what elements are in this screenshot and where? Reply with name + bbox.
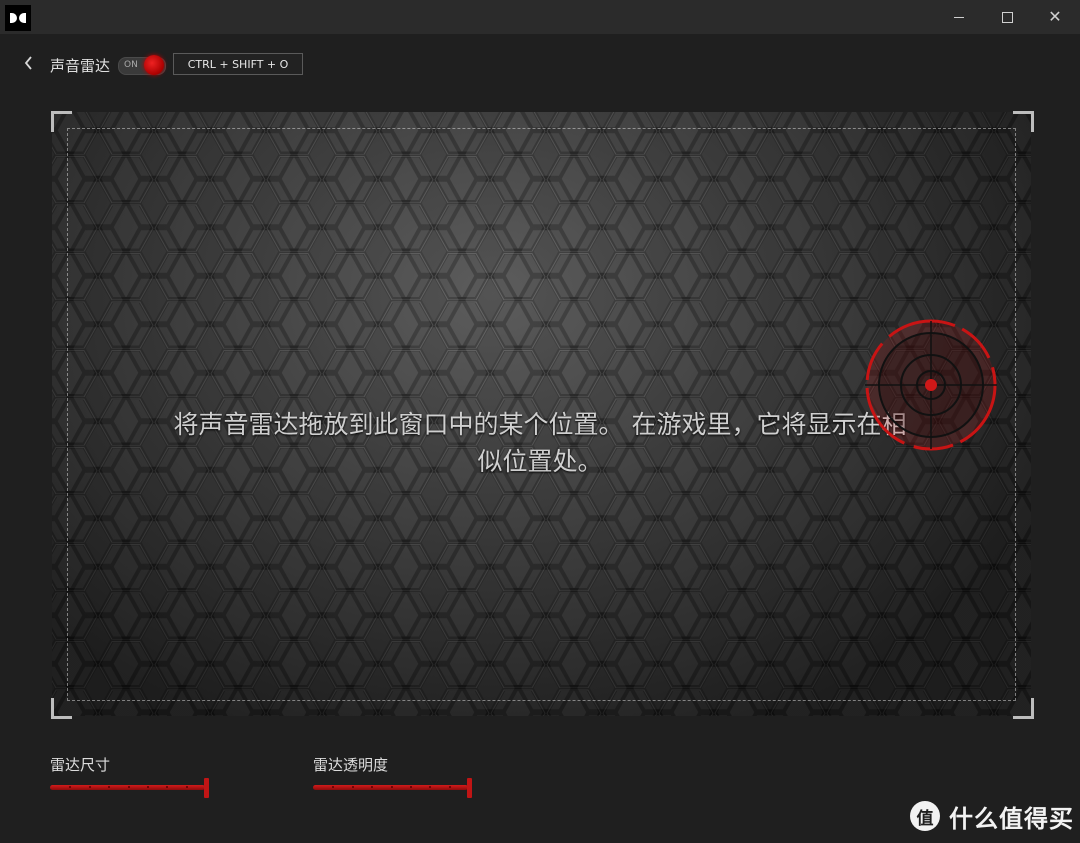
watermark: 值 什么值得买 [910, 800, 1074, 833]
close-button[interactable]: ✕ [1032, 0, 1078, 34]
slider-handle[interactable] [204, 778, 209, 798]
maximize-button[interactable] [984, 0, 1030, 34]
slider-tick [449, 786, 451, 788]
slider-tick [391, 786, 393, 788]
radar-opacity-label: 雷达透明度 [313, 756, 389, 774]
radar-toggle[interactable]: ON [118, 55, 166, 75]
slider-tick [429, 786, 431, 788]
slider-tick [332, 786, 334, 788]
slider-tick [186, 786, 188, 788]
slider-tick [89, 786, 91, 788]
maximize-icon [1001, 11, 1013, 23]
slider-tick [410, 786, 412, 788]
slider-ticks [50, 786, 210, 789]
dolby-logo-icon [5, 5, 31, 31]
slider-tick [166, 786, 168, 788]
radar-crosshair-icon[interactable] [860, 318, 1002, 456]
slider-tick [69, 786, 71, 788]
radar-size-slider[interactable] [50, 778, 210, 798]
corner-bottom-left [51, 698, 72, 719]
slider-tick [128, 786, 130, 788]
slider-tick [371, 786, 373, 788]
hotkey-field[interactable]: CTRL + SHIFT + O [173, 53, 303, 75]
toggle-knob [144, 55, 164, 75]
corner-top-right [1013, 111, 1034, 132]
watermark-text: 什么值得买 [949, 804, 1074, 833]
slider-tick [352, 786, 354, 788]
slider-handle[interactable] [467, 778, 472, 798]
slider-tick [147, 786, 149, 788]
toggle-label: ON [124, 60, 138, 70]
corner-top-left [51, 111, 72, 132]
chevron-left-icon[interactable] [22, 54, 36, 72]
minimize-icon [954, 16, 964, 18]
title-bar: ✕ [0, 0, 1080, 34]
corner-bottom-right [1013, 698, 1034, 719]
page-title: 声音雷达 [50, 57, 111, 75]
radar-opacity-slider[interactable] [313, 778, 473, 798]
close-icon: ✕ [1048, 7, 1062, 26]
radar-size-label: 雷达尺寸 [50, 756, 111, 774]
minimize-button[interactable] [936, 0, 982, 34]
page-header: 声音雷达 ON CTRL + SHIFT + O [0, 50, 400, 78]
slider-ticks [313, 786, 473, 789]
watermark-logo-icon: 值 [910, 801, 940, 831]
slider-tick [108, 786, 110, 788]
